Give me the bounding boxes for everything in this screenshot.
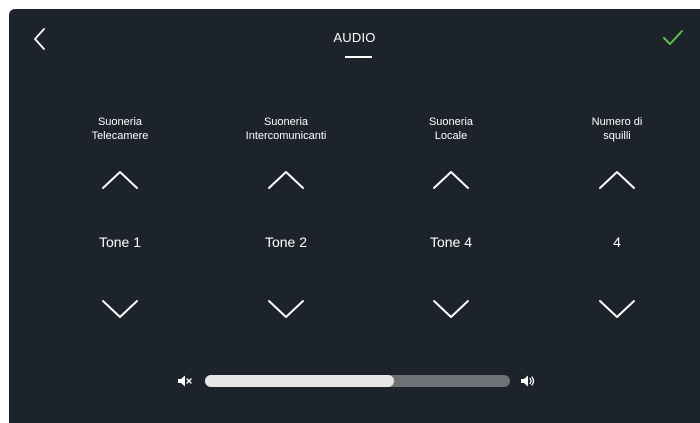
ring-count-label: Numero di squilli	[591, 116, 643, 142]
ring-count-up-button[interactable]	[597, 168, 637, 192]
chevron-up-icon	[102, 171, 138, 189]
ringtone-cameras-value: Tone 1	[98, 234, 142, 250]
speaker-volume-icon[interactable]	[520, 374, 536, 388]
ringtone-local-label: Suoneria Locale	[428, 116, 474, 142]
ringtone-cameras-label: Suoneria Telecamere	[91, 116, 149, 142]
chevron-down-icon	[433, 300, 469, 318]
ringtone-intercom-label: Suoneria Intercomunicanti	[245, 116, 327, 142]
chevron-down-icon	[599, 300, 635, 318]
checkmark-icon	[663, 30, 683, 45]
chevron-down-icon	[268, 300, 304, 318]
chevron-down-icon	[102, 300, 138, 318]
volume-control	[9, 372, 700, 392]
ring-count-column: Numero di squilli 4	[542, 115, 692, 321]
ringtone-intercom-value: Tone 2	[264, 234, 308, 250]
confirm-button[interactable]	[661, 27, 685, 49]
ringtone-local-up-button[interactable]	[431, 168, 471, 192]
ringtone-cameras-up-button[interactable]	[100, 168, 140, 192]
ringtone-local-down-button[interactable]	[431, 297, 471, 321]
chevron-up-icon	[599, 171, 635, 189]
ringtone-cameras-column: Suoneria Telecamere Tone 1	[45, 115, 195, 321]
title-underline	[345, 56, 372, 58]
ringtone-intercom-down-button[interactable]	[266, 297, 306, 321]
chevron-up-icon	[433, 171, 469, 189]
volume-slider-fill	[205, 375, 395, 387]
ringtone-intercom-up-button[interactable]	[266, 168, 306, 192]
ring-count-value: 4	[613, 234, 621, 250]
audio-settings-screen: AUDIO Suoneria Telecamere Tone 1 Suoneri…	[9, 9, 700, 423]
ringtone-cameras-down-button[interactable]	[100, 297, 140, 321]
ring-count-down-button[interactable]	[597, 297, 637, 321]
ringtone-local-value: Tone 4	[429, 234, 473, 250]
volume-slider[interactable]	[205, 375, 510, 387]
chevron-up-icon	[268, 171, 304, 189]
page-title: AUDIO	[333, 30, 376, 45]
speaker-mute-icon[interactable]	[177, 374, 193, 388]
ringtone-intercom-column: Suoneria Intercomunicanti Tone 2	[211, 115, 361, 321]
ringtone-local-column: Suoneria Locale Tone 4	[376, 115, 526, 321]
